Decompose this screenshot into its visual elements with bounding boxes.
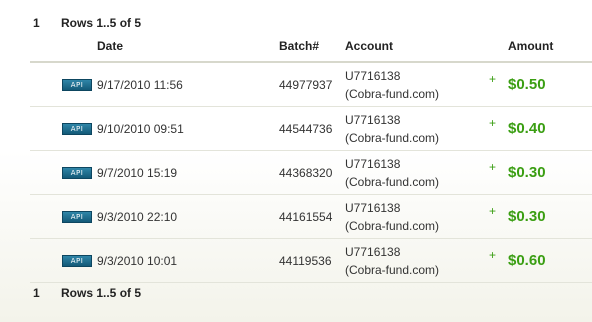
- page-number-link[interactable]: 1: [33, 16, 40, 30]
- row-account-id: U7716138: [345, 245, 401, 259]
- api-badge-icon: API: [62, 211, 92, 223]
- plus-sign-icon: +: [489, 116, 497, 130]
- row-account-id: U7716138: [345, 113, 401, 127]
- row-account-name: (Cobra-fund.com): [345, 87, 440, 101]
- column-header-date[interactable]: Date: [97, 39, 123, 53]
- row-date: 9/17/2010 11:56: [97, 78, 183, 92]
- row-account-name: (Cobra-fund.com): [345, 175, 440, 189]
- row-date: 9/3/2010 10:01: [97, 254, 178, 268]
- row-amount: $0.30: [508, 164, 546, 181]
- row-amount: $0.40: [508, 120, 546, 137]
- table-row[interactable]: API 9/10/2010 09:51 44544736 U7716138 (C…: [30, 107, 592, 151]
- row-account-name: (Cobra-fund.com): [345, 131, 440, 145]
- row-amount: $0.50: [508, 76, 546, 93]
- column-header-account[interactable]: Account: [345, 39, 393, 53]
- page-number-link[interactable]: 1: [33, 286, 40, 300]
- plus-sign-icon: +: [489, 204, 497, 218]
- row-divider: [30, 282, 592, 283]
- rows-count-label: Rows 1..5 of 5: [61, 286, 142, 300]
- row-account-id: U7716138: [345, 201, 401, 215]
- plus-sign-icon: +: [489, 72, 497, 86]
- api-badge-icon: API: [62, 79, 92, 91]
- row-date: 9/10/2010 09:51: [97, 122, 184, 136]
- api-badge-icon: API: [62, 255, 92, 267]
- row-date: 9/7/2010 15:19: [97, 166, 178, 180]
- column-header-amount[interactable]: Amount: [508, 39, 553, 53]
- row-account-name: (Cobra-fund.com): [345, 263, 440, 277]
- row-batch[interactable]: 44544736: [279, 122, 332, 136]
- row-batch[interactable]: 44368320: [279, 166, 332, 180]
- row-date: 9/3/2010 22:10: [97, 210, 178, 224]
- row-batch[interactable]: 44119536: [279, 254, 332, 268]
- rows-count-label: Rows 1..5 of 5: [61, 16, 142, 30]
- table-row[interactable]: API 9/3/2010 22:10 44161554 U7716138 (Co…: [30, 195, 592, 239]
- table-row[interactable]: API 9/7/2010 15:19 44368320 U7716138 (Co…: [30, 151, 592, 195]
- api-badge-icon: API: [62, 123, 92, 135]
- row-amount: $0.30: [508, 208, 546, 225]
- row-account-name: (Cobra-fund.com): [345, 219, 440, 233]
- row-account-id: U7716138: [345, 157, 401, 171]
- row-batch[interactable]: 44977937: [279, 78, 332, 92]
- plus-sign-icon: +: [489, 160, 497, 174]
- row-account-id: U7716138: [345, 69, 401, 83]
- api-badge-icon: API: [62, 167, 92, 179]
- table-row[interactable]: API 9/17/2010 11:56 44977937 U7716138 (C…: [30, 63, 592, 107]
- table-row[interactable]: API 9/3/2010 10:01 44119536 U7716138 (Co…: [30, 239, 592, 283]
- plus-sign-icon: +: [489, 248, 497, 262]
- row-amount: $0.60: [508, 252, 546, 269]
- column-header-batch[interactable]: Batch#: [279, 39, 319, 53]
- row-batch[interactable]: 44161554: [279, 210, 332, 224]
